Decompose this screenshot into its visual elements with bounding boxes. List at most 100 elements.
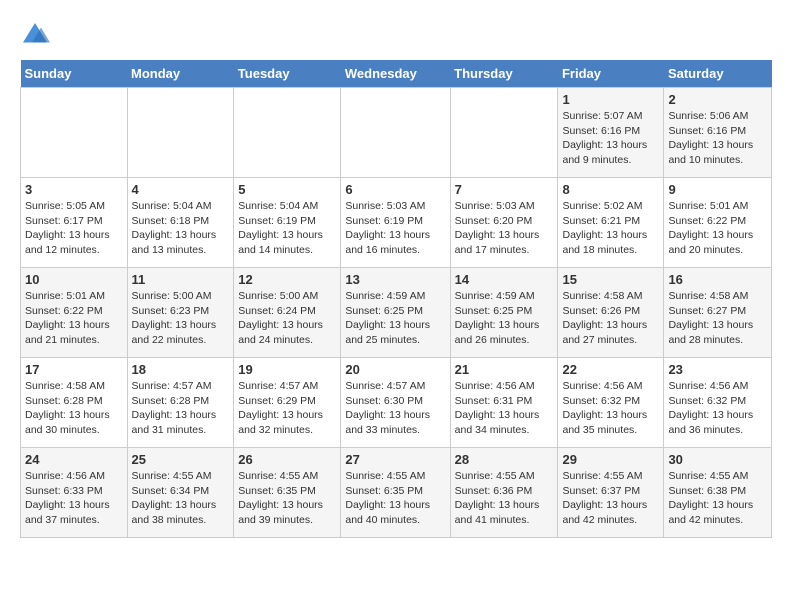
weekday-header: Sunday xyxy=(21,60,128,88)
day-info: Sunrise: 4:55 AMSunset: 6:35 PMDaylight:… xyxy=(345,469,445,528)
calendar-day-cell: 24Sunrise: 4:56 AMSunset: 6:33 PMDayligh… xyxy=(21,448,128,538)
day-number: 21 xyxy=(455,362,554,377)
day-number: 16 xyxy=(668,272,767,287)
day-info: Sunrise: 5:04 AMSunset: 6:19 PMDaylight:… xyxy=(238,199,336,258)
calendar-body: 1 Sunrise: 5:07 AMSunset: 6:16 PMDaylight… xyxy=(21,88,772,538)
day-number: 20 xyxy=(345,362,445,377)
weekday-header: Saturday xyxy=(664,60,772,88)
day-info: Sunrise: 4:59 AMSunset: 6:25 PMDaylight:… xyxy=(345,289,445,348)
day-info: Sunrise: 5:00 AMSunset: 6:24 PMDaylight:… xyxy=(238,289,336,348)
day-number: 2 xyxy=(668,92,767,107)
day-number: 10 xyxy=(25,272,123,287)
calendar-week-row: 10 Sunrise: 5:01 AMSunset: 6:22 PMDayligh… xyxy=(21,268,772,358)
calendar-day-cell: 15Sunrise: 4:58 AMSunset: 6:26 PMDayligh… xyxy=(558,268,664,358)
calendar-header: SundayMondayTuesdayWednesdayThursdayFrid… xyxy=(21,60,772,88)
calendar-day-cell: 13Sunrise: 4:59 AMSunset: 6:25 PMDayligh… xyxy=(341,268,450,358)
weekday-header: Friday xyxy=(558,60,664,88)
logo-icon xyxy=(20,20,50,50)
calendar-day-cell: 26 Sunrise: 4:55 AMSunset: 6:35 PMDayligh… xyxy=(234,448,341,538)
calendar-day-cell: 3Sunrise: 5:05 AMSunset: 6:17 PMDaylight… xyxy=(21,178,128,268)
day-number: 1 xyxy=(562,92,659,107)
calendar-day-cell: 19 Sunrise: 4:57 AMSunset: 6:29 PMDayligh… xyxy=(234,358,341,448)
day-info: Sunrise: 4:56 AMSunset: 6:31 PMDaylight:… xyxy=(455,379,554,438)
day-info: Sunrise: 4:56 AMSunset: 6:32 PMDaylight:… xyxy=(562,379,659,438)
page-header xyxy=(20,20,772,50)
calendar-week-row: 17 Sunrise: 4:58 AMSunset: 6:28 PMDayligh… xyxy=(21,358,772,448)
calendar-day-cell xyxy=(234,88,341,178)
day-info: Sunrise: 4:57 AMSunset: 6:29 PMDaylight:… xyxy=(238,379,336,438)
calendar-day-cell: 6 Sunrise: 5:03 AMSunset: 6:19 PMDaylight… xyxy=(341,178,450,268)
day-info: Sunrise: 5:03 AMSunset: 6:19 PMDaylight:… xyxy=(345,199,445,258)
day-number: 23 xyxy=(668,362,767,377)
calendar-day-cell: 9 Sunrise: 5:01 AMSunset: 6:22 PMDaylight… xyxy=(664,178,772,268)
day-info: Sunrise: 4:55 AMSunset: 6:37 PMDaylight:… xyxy=(562,469,659,528)
day-number: 15 xyxy=(562,272,659,287)
day-info: Sunrise: 4:59 AMSunset: 6:25 PMDaylight:… xyxy=(455,289,554,348)
day-number: 25 xyxy=(132,452,230,467)
day-number: 12 xyxy=(238,272,336,287)
day-info: Sunrise: 4:57 AMSunset: 6:30 PMDaylight:… xyxy=(345,379,445,438)
day-info: Sunrise: 5:04 AMSunset: 6:18 PMDaylight:… xyxy=(132,199,230,258)
day-number: 30 xyxy=(668,452,767,467)
day-number: 17 xyxy=(25,362,123,377)
calendar-day-cell: 18 Sunrise: 4:57 AMSunset: 6:28 PMDayligh… xyxy=(127,358,234,448)
day-info: Sunrise: 4:55 AMSunset: 6:38 PMDaylight:… xyxy=(668,469,767,528)
day-info: Sunrise: 5:02 AMSunset: 6:21 PMDaylight:… xyxy=(562,199,659,258)
calendar-day-cell: 8 Sunrise: 5:02 AMSunset: 6:21 PMDaylight… xyxy=(558,178,664,268)
day-info: Sunrise: 4:55 AMSunset: 6:36 PMDaylight:… xyxy=(455,469,554,528)
day-info: Sunrise: 5:03 AMSunset: 6:20 PMDaylight:… xyxy=(455,199,554,258)
day-info: Sunrise: 4:55 AMSunset: 6:34 PMDaylight:… xyxy=(132,469,230,528)
calendar-week-row: 1 Sunrise: 5:07 AMSunset: 6:16 PMDaylight… xyxy=(21,88,772,178)
calendar-day-cell xyxy=(21,88,128,178)
calendar-day-cell: 22 Sunrise: 4:56 AMSunset: 6:32 PMDayligh… xyxy=(558,358,664,448)
day-info: Sunrise: 5:01 AMSunset: 6:22 PMDaylight:… xyxy=(25,289,123,348)
day-number: 5 xyxy=(238,182,336,197)
day-info: Sunrise: 5:01 AMSunset: 6:22 PMDaylight:… xyxy=(668,199,767,258)
day-info: Sunrise: 4:57 AMSunset: 6:28 PMDaylight:… xyxy=(132,379,230,438)
day-number: 8 xyxy=(562,182,659,197)
calendar-day-cell: 25 Sunrise: 4:55 AMSunset: 6:34 PMDayligh… xyxy=(127,448,234,538)
calendar-day-cell: 17 Sunrise: 4:58 AMSunset: 6:28 PMDayligh… xyxy=(21,358,128,448)
weekday-header: Tuesday xyxy=(234,60,341,88)
calendar-day-cell: 28 Sunrise: 4:55 AMSunset: 6:36 PMDayligh… xyxy=(450,448,558,538)
calendar-day-cell: 11Sunrise: 5:00 AMSunset: 6:23 PMDayligh… xyxy=(127,268,234,358)
day-number: 3 xyxy=(25,182,123,197)
day-number: 27 xyxy=(345,452,445,467)
day-number: 19 xyxy=(238,362,336,377)
day-info: Sunrise: 5:00 AMSunset: 6:23 PMDaylight:… xyxy=(132,289,230,348)
calendar-day-cell: 23 Sunrise: 4:56 AMSunset: 6:32 PMDayligh… xyxy=(664,358,772,448)
calendar-day-cell: 4 Sunrise: 5:04 AMSunset: 6:18 PMDaylight… xyxy=(127,178,234,268)
calendar-day-cell xyxy=(341,88,450,178)
calendar-day-cell: 20 Sunrise: 4:57 AMSunset: 6:30 PMDayligh… xyxy=(341,358,450,448)
day-number: 6 xyxy=(345,182,445,197)
weekday-header: Monday xyxy=(127,60,234,88)
calendar-day-cell: 5 Sunrise: 5:04 AMSunset: 6:19 PMDaylight… xyxy=(234,178,341,268)
day-info: Sunrise: 4:56 AMSunset: 6:32 PMDaylight:… xyxy=(668,379,767,438)
day-info: Sunrise: 4:58 AMSunset: 6:27 PMDaylight:… xyxy=(668,289,767,348)
day-number: 28 xyxy=(455,452,554,467)
weekday-header: Wednesday xyxy=(341,60,450,88)
day-info: Sunrise: 4:58 AMSunset: 6:28 PMDaylight:… xyxy=(25,379,123,438)
calendar-day-cell: 21 Sunrise: 4:56 AMSunset: 6:31 PMDayligh… xyxy=(450,358,558,448)
calendar-table: SundayMondayTuesdayWednesdayThursdayFrid… xyxy=(20,60,772,538)
calendar-day-cell: 29Sunrise: 4:55 AMSunset: 6:37 PMDayligh… xyxy=(558,448,664,538)
day-number: 7 xyxy=(455,182,554,197)
day-number: 18 xyxy=(132,362,230,377)
day-number: 9 xyxy=(668,182,767,197)
calendar-day-cell: 2 Sunrise: 5:06 AMSunset: 6:16 PMDaylight… xyxy=(664,88,772,178)
day-number: 4 xyxy=(132,182,230,197)
calendar-day-cell: 27 Sunrise: 4:55 AMSunset: 6:35 PMDayligh… xyxy=(341,448,450,538)
day-number: 26 xyxy=(238,452,336,467)
day-number: 14 xyxy=(455,272,554,287)
day-info: Sunrise: 5:07 AMSunset: 6:16 PMDaylight:… xyxy=(562,109,659,168)
logo xyxy=(20,20,54,50)
day-number: 22 xyxy=(562,362,659,377)
calendar-day-cell: 10 Sunrise: 5:01 AMSunset: 6:22 PMDayligh… xyxy=(21,268,128,358)
calendar-day-cell: 16 Sunrise: 4:58 AMSunset: 6:27 PMDayligh… xyxy=(664,268,772,358)
calendar-day-cell: 1 Sunrise: 5:07 AMSunset: 6:16 PMDaylight… xyxy=(558,88,664,178)
calendar-day-cell xyxy=(450,88,558,178)
day-info: Sunrise: 5:06 AMSunset: 6:16 PMDaylight:… xyxy=(668,109,767,168)
calendar-day-cell: 30 Sunrise: 4:55 AMSunset: 6:38 PMDayligh… xyxy=(664,448,772,538)
calendar-day-cell: 12 Sunrise: 5:00 AMSunset: 6:24 PMDayligh… xyxy=(234,268,341,358)
day-info: Sunrise: 4:55 AMSunset: 6:35 PMDaylight:… xyxy=(238,469,336,528)
